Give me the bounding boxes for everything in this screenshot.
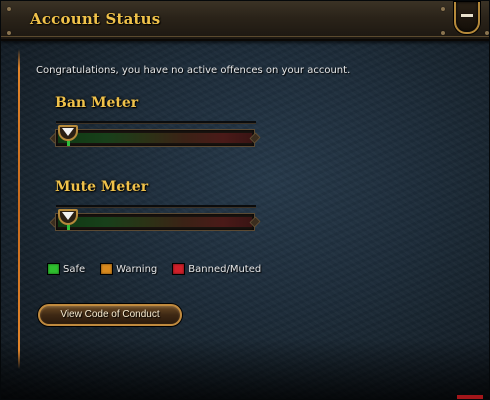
rivet-icon <box>441 31 445 35</box>
ban-meter-track <box>56 121 256 124</box>
panel-grunge-overlay <box>1 339 489 399</box>
mute-meter-track <box>56 205 256 208</box>
legend-label: Safe <box>63 263 86 275</box>
panel-header: Account Status <box>1 1 489 41</box>
legend-item-banned: Banned/Muted <box>172 263 261 275</box>
ban-meter-bar <box>49 129 261 147</box>
panel-title: Account Status <box>30 10 161 28</box>
pointer-triangle-icon <box>62 128 74 136</box>
rivet-icon <box>7 31 11 35</box>
legend-item-safe: Safe <box>47 263 85 275</box>
legend-label: Banned/Muted <box>188 263 262 275</box>
rivet-icon <box>485 31 489 35</box>
ban-meter-title: Ban Meter <box>55 95 139 111</box>
rivet-icon <box>441 7 445 11</box>
account-status-panel: Account Status Congratulations, you have… <box>0 0 490 400</box>
meter-legend: Safe Warning Banned/Muted <box>47 263 276 275</box>
banned-swatch <box>172 263 186 275</box>
safe-swatch <box>47 263 60 275</box>
view-code-of-conduct-button[interactable]: View Code of Conduct <box>38 304 182 326</box>
legend-label: Warning <box>116 263 158 275</box>
corner-mark <box>457 395 483 399</box>
collapse-button[interactable] <box>454 2 480 34</box>
legend-item-warning: Warning <box>100 263 157 275</box>
mute-meter-title: Mute Meter <box>55 179 149 195</box>
mute-meter-bar <box>49 213 261 231</box>
side-divider <box>18 49 20 369</box>
rivet-icon <box>7 7 11 11</box>
ban-meter-marker <box>58 125 78 146</box>
minus-icon <box>461 14 473 17</box>
warning-swatch <box>100 263 114 275</box>
mute-meter-marker <box>58 209 78 230</box>
status-message: Congratulations, you have no active offe… <box>36 65 351 76</box>
pointer-triangle-icon <box>62 212 74 220</box>
